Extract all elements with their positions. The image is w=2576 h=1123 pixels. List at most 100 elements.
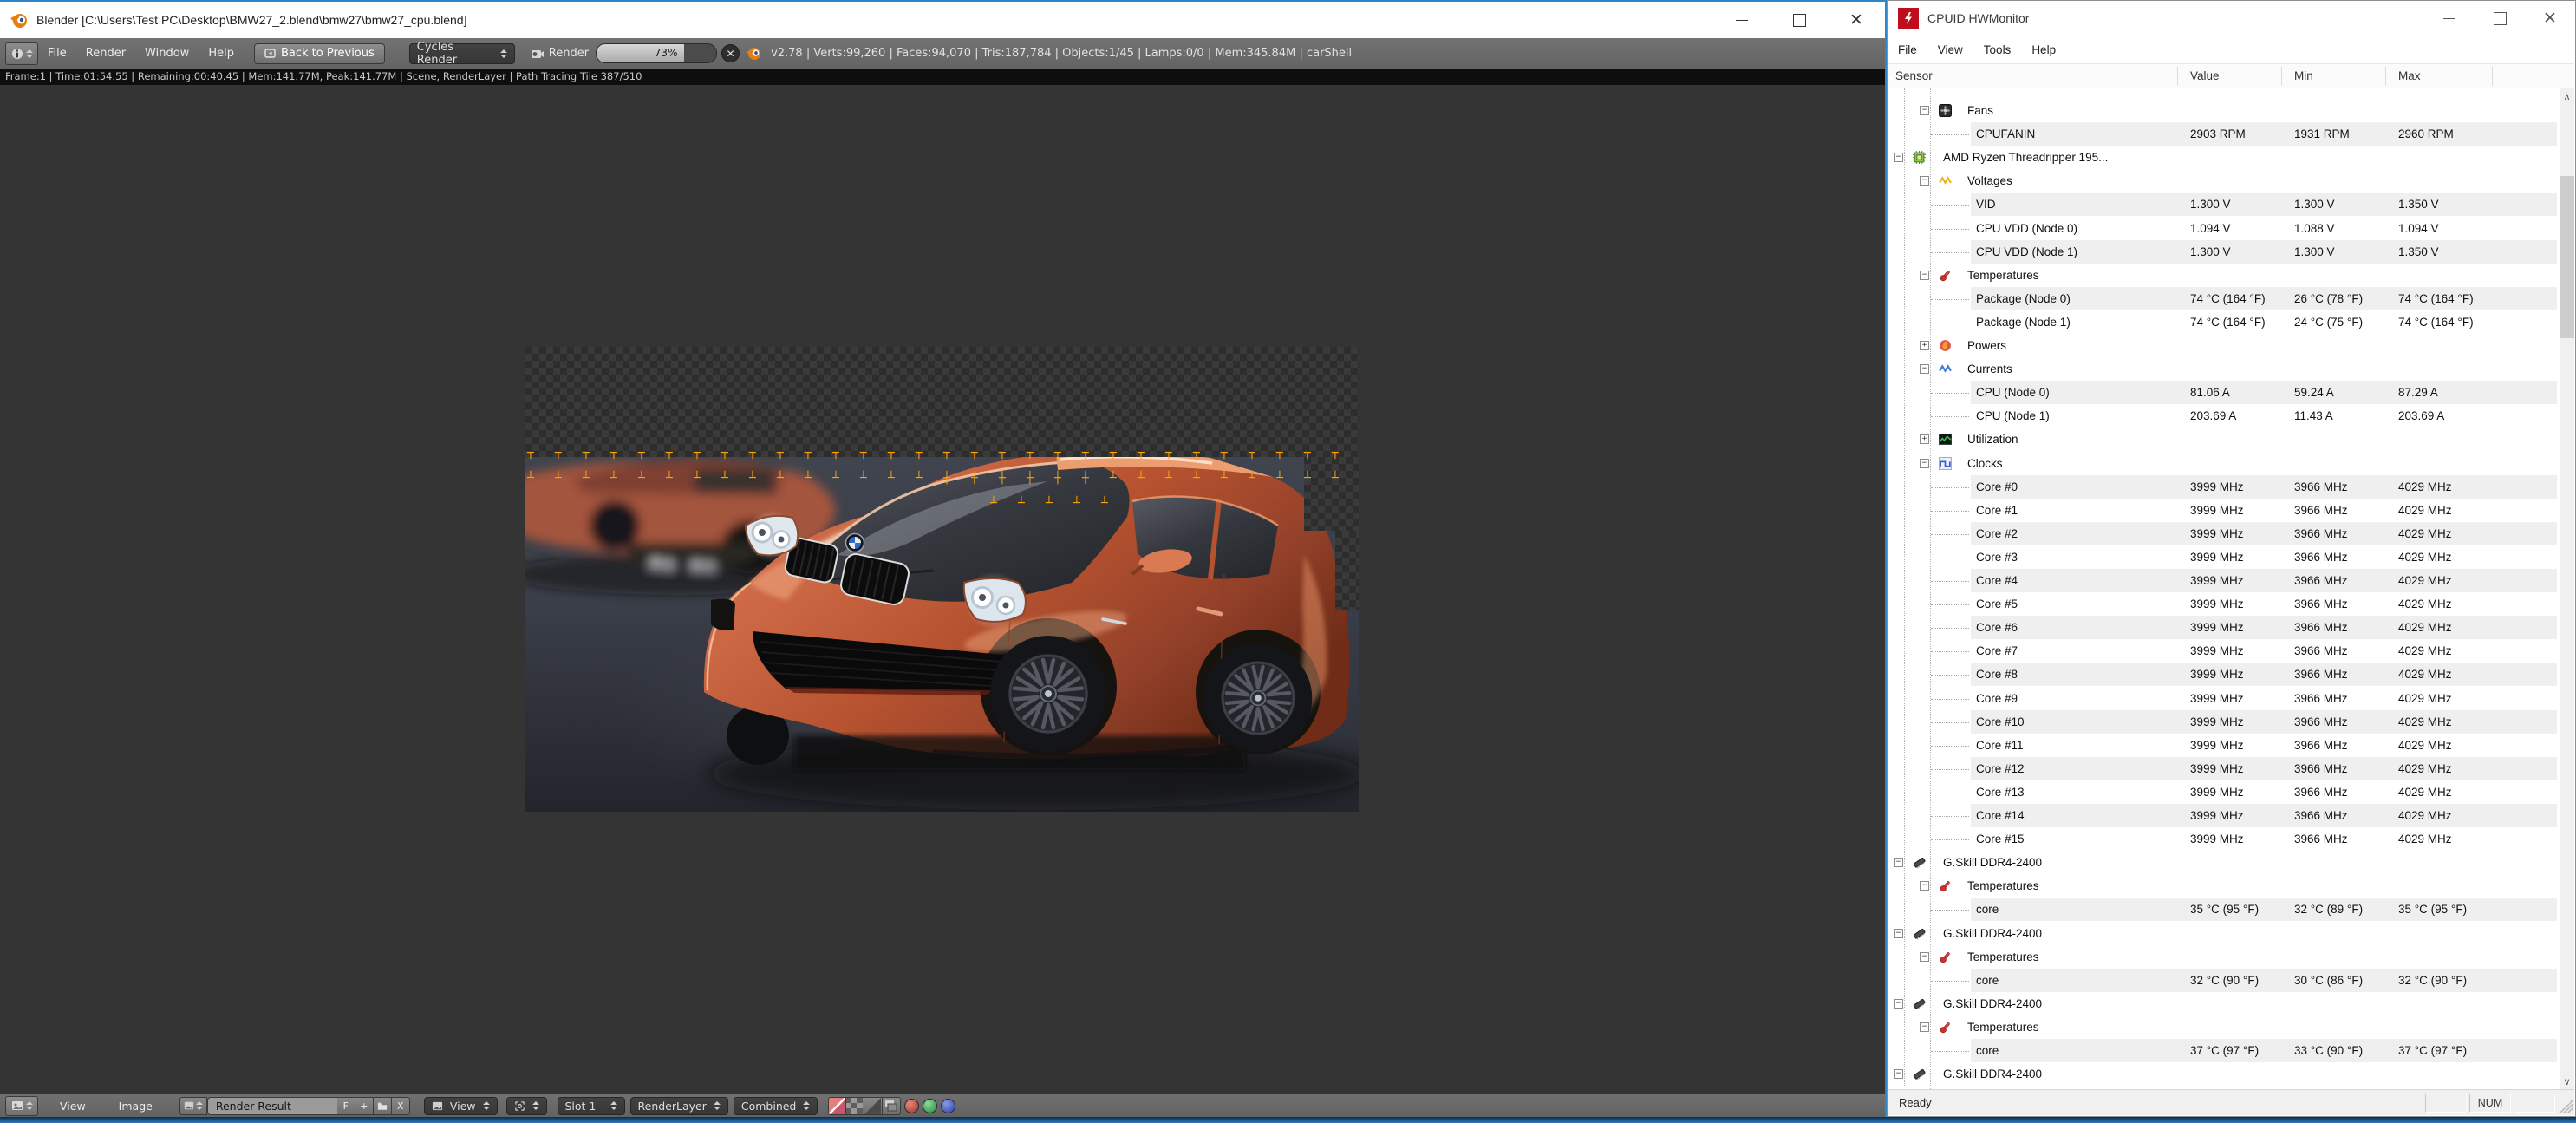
collapse-icon[interactable]: −	[1894, 858, 1903, 867]
pivot-widget[interactable]	[506, 1097, 547, 1115]
sensor-row[interactable]: Core #153999 MHz3966 MHz4029 MHz	[1888, 827, 2560, 851]
open-image-button[interactable]	[374, 1097, 392, 1115]
blender-minimize-button[interactable]	[1713, 2, 1771, 38]
scroll-up-icon[interactable]: ∧	[2560, 91, 2574, 102]
collapse-icon[interactable]: −	[1894, 999, 1903, 1009]
color-alpha-toggle[interactable]	[828, 1097, 846, 1115]
green-channel-button[interactable]	[923, 1099, 937, 1113]
expand-icon[interactable]: +	[1920, 341, 1929, 350]
sensor-group-row[interactable]: −Clocks	[1888, 452, 2560, 475]
sensor-row[interactable]: Core #103999 MHz3966 MHz4029 MHz	[1888, 710, 2560, 734]
fake-user-button[interactable]: F	[337, 1097, 355, 1115]
cancel-render-button[interactable]: ✕	[721, 44, 740, 62]
render-engine-select[interactable]: Cycles Render	[409, 43, 515, 64]
collapse-icon[interactable]: −	[1894, 929, 1903, 938]
sensor-row[interactable]: Core #133999 MHz3966 MHz4029 MHz	[1888, 780, 2560, 804]
sensor-group-row[interactable]: −G.Skill DDR4-2400	[1888, 922, 2560, 945]
collapse-icon[interactable]: −	[1920, 1022, 1929, 1032]
sensor-scrollbar[interactable]: ∧ ∨	[2560, 88, 2574, 1090]
unlink-image-button[interactable]: X	[392, 1097, 410, 1115]
editor-type-button-image[interactable]	[5, 1096, 38, 1116]
view-mode-dropdown[interactable]: View	[424, 1097, 498, 1115]
sensor-group-row[interactable]: +Powers	[1888, 334, 2560, 357]
sensor-row[interactable]: CPUFANIN2903 RPM1931 RPM2960 RPM	[1888, 122, 2560, 146]
sensor-group-row[interactable]: −G.Skill DDR4-2400	[1888, 851, 2560, 874]
sensor-row[interactable]: core32 °C (90 °F)30 °C (86 °F)32 °C (90 …	[1888, 969, 2560, 992]
hw-menu-view[interactable]: View	[1927, 43, 1973, 56]
sensor-group-row[interactable]: +Utilization	[1888, 428, 2560, 451]
sensor-row[interactable]: CPU (Node 1)203.69 A11.43 A203.69 A	[1888, 404, 2560, 428]
collapse-icon[interactable]: −	[1920, 459, 1929, 468]
hw-menu-tools[interactable]: Tools	[1973, 43, 2022, 56]
expand-icon[interactable]: +	[1920, 434, 1929, 444]
collapse-icon[interactable]: −	[1920, 106, 1929, 115]
menu-render[interactable]: Render	[76, 47, 135, 60]
hwmonitor-maximize-button[interactable]	[2475, 1, 2525, 36]
collapse-icon[interactable]: −	[1894, 1069, 1903, 1079]
sensor-row[interactable]: CPU VDD (Node 0)1.094 V1.088 V1.094 V	[1888, 217, 2560, 240]
sensor-group-row[interactable]: −Temperatures	[1888, 264, 2560, 287]
sensor-group-row[interactable]: −Fans	[1888, 99, 2560, 122]
editor-type-button[interactable]	[5, 42, 38, 65]
render-pass-dropdown[interactable]: Combined	[734, 1097, 818, 1115]
render-layer-dropdown[interactable]: RenderLayer	[630, 1097, 728, 1115]
menu-help[interactable]: Help	[199, 47, 244, 60]
sensor-group-row[interactable]: −Currents	[1888, 357, 2560, 381]
slot-dropdown[interactable]: Slot 1	[558, 1097, 625, 1115]
sensor-row[interactable]: core37 °C (97 °F)33 °C (90 °F)37 °C (97 …	[1888, 1039, 2560, 1062]
image-editor-viewport[interactable]: ┬┬┬┬┬┬┬┬┬┬┬┬┬┬┬┬┬┬┬┬┬┬┬┬┬┬┬┬┬┬┴┴┴┴┴┴┴┴┴┴…	[0, 85, 1885, 1094]
hwmonitor-close-button[interactable]: ✕	[2525, 1, 2575, 36]
scroll-down-icon[interactable]: ∨	[2560, 1076, 2574, 1087]
sensor-group-row[interactable]: −G.Skill DDR4-2400	[1888, 992, 2560, 1015]
sensor-row[interactable]: Core #43999 MHz3966 MHz4029 MHz	[1888, 569, 2560, 592]
back-to-previous-button[interactable]: Back to Previous	[254, 43, 385, 64]
sensor-row[interactable]: CPU VDD (Node 1)1.300 V1.300 V1.350 V	[1888, 240, 2560, 264]
hw-menu-help[interactable]: Help	[2021, 43, 2066, 56]
z-buffer-toggle[interactable]	[864, 1097, 883, 1115]
sensor-row[interactable]: Core #143999 MHz3966 MHz4029 MHz	[1888, 804, 2560, 827]
alpha-toggle[interactable]	[846, 1097, 864, 1115]
collapse-icon[interactable]: −	[1920, 881, 1929, 891]
sensor-row[interactable]: Core #33999 MHz3966 MHz4029 MHz	[1888, 545, 2560, 569]
hw-menu-file[interactable]: File	[1888, 43, 1927, 56]
sensor-row[interactable]: Core #93999 MHz3966 MHz4029 MHz	[1888, 687, 2560, 710]
sensor-group-row[interactable]: −Temperatures	[1888, 874, 2560, 898]
column-value[interactable]: Value	[2190, 64, 2220, 88]
footer-menu-view[interactable]: View	[50, 1100, 95, 1113]
image-browse-button[interactable]	[179, 1097, 207, 1115]
sensor-group-row[interactable]: −G.Skill DDR4-2400	[1888, 1062, 2560, 1086]
sensor-group-row[interactable]: −Temperatures	[1888, 1015, 2560, 1039]
footer-menu-image[interactable]: Image	[109, 1100, 162, 1113]
sensor-row[interactable]: core35 °C (95 °F)32 °C (89 °F)35 °C (95 …	[1888, 898, 2560, 921]
sensor-row[interactable]: Core #113999 MHz3966 MHz4029 MHz	[1888, 734, 2560, 757]
scrollbar-thumb[interactable]	[2560, 176, 2574, 338]
hwmonitor-minimize-button[interactable]	[2424, 1, 2475, 36]
sensor-row[interactable]: Core #03999 MHz3966 MHz4029 MHz	[1888, 475, 2560, 499]
collapse-icon[interactable]: −	[1920, 176, 1929, 186]
sensor-row[interactable]: Core #63999 MHz3966 MHz4029 MHz	[1888, 616, 2560, 639]
sensor-group-row[interactable]: −AMD Ryzen Threadripper 195...	[1888, 146, 2560, 169]
collapse-icon[interactable]: −	[1920, 364, 1929, 374]
sensor-row[interactable]: Core #73999 MHz3966 MHz4029 MHz	[1888, 639, 2560, 663]
column-min[interactable]: Min	[2294, 64, 2313, 88]
blue-channel-button[interactable]	[941, 1099, 955, 1113]
sensor-row[interactable]: Core #123999 MHz3966 MHz4029 MHz	[1888, 757, 2560, 780]
sensor-group-row[interactable]: −Temperatures	[1888, 945, 2560, 969]
menu-window[interactable]: Window	[135, 47, 199, 60]
column-max[interactable]: Max	[2398, 64, 2421, 88]
sensor-row[interactable]: Core #83999 MHz3966 MHz4029 MHz	[1888, 663, 2560, 686]
new-image-button[interactable]: +	[355, 1097, 374, 1115]
sensor-row[interactable]: Core #23999 MHz3966 MHz4029 MHz	[1888, 522, 2560, 545]
menu-file[interactable]: File	[38, 47, 76, 60]
blender-close-button[interactable]: ✕	[1828, 2, 1885, 38]
copy-image-toggle[interactable]	[883, 1097, 901, 1115]
collapse-icon[interactable]: −	[1894, 153, 1903, 162]
sensor-group-row[interactable]: −Voltages	[1888, 169, 2560, 193]
blender-maximize-button[interactable]	[1771, 2, 1828, 38]
collapse-icon[interactable]: −	[1920, 952, 1929, 962]
sensor-row[interactable]: Package (Node 1)74 °C (164 °F)24 °C (75 …	[1888, 310, 2560, 334]
sensor-row[interactable]: VID1.300 V1.300 V1.350 V	[1888, 193, 2560, 216]
sensor-row[interactable]: Core #53999 MHz3966 MHz4029 MHz	[1888, 592, 2560, 616]
image-name-field[interactable]: Render Result	[207, 1097, 337, 1115]
sensor-row[interactable]: Core #13999 MHz3966 MHz4029 MHz	[1888, 499, 2560, 522]
